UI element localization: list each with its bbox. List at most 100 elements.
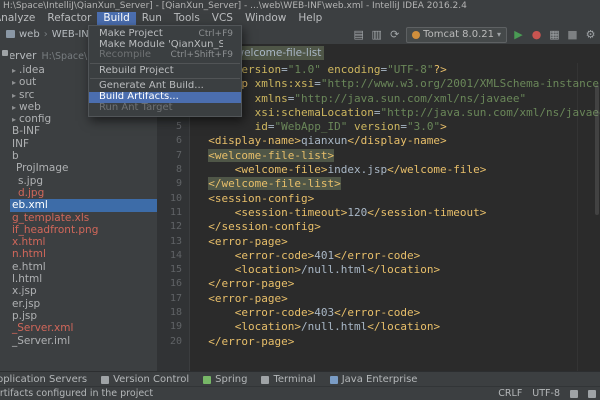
line-number[interactable]: 16 — [157, 277, 189, 291]
code-line[interactable]: 20 </error-page> — [157, 335, 600, 349]
run-configuration-select[interactable]: Tomcat 8.0.21 ▾ — [406, 27, 507, 43]
menu-refactor[interactable]: Refactor — [41, 12, 97, 25]
project-tool-icon[interactable] — [2, 50, 8, 56]
code-line[interactable]: 9 </welcome-file-list> — [157, 177, 600, 191]
line-number[interactable]: 10 — [157, 192, 189, 206]
line-number[interactable]: 18 — [157, 306, 189, 320]
sync-icon[interactable]: ⟳ — [388, 25, 401, 44]
code-line[interactable]: 10 <session-config> — [157, 192, 600, 206]
project-tree-item[interactable]: eb.xml — [10, 199, 157, 211]
project-tree-item[interactable]: x.html — [10, 236, 157, 248]
project-tree-item[interactable]: if_headfront.png — [10, 224, 157, 236]
debug-icon[interactable]: ● — [530, 25, 543, 44]
line-number[interactable]: 13 — [157, 235, 189, 249]
menu-item-build-artifacts[interactable]: Build Artifacts... — [89, 92, 241, 103]
line-number[interactable]: 8 — [157, 163, 189, 177]
code-line[interactable]: 6 <display-name>qianxun</display-name> — [157, 134, 600, 148]
code-line[interactable]: 5 id="WebApp_ID" version="3.0"> — [157, 120, 600, 134]
project-tree-item[interactable]: _Server.xml — [10, 322, 157, 334]
line-ending-indicator[interactable]: CRLF — [498, 387, 522, 400]
spring-button[interactable]: Spring — [203, 374, 247, 385]
menu-run[interactable]: Run — [136, 12, 168, 25]
project-tree-item[interactable]: s.jpg — [10, 175, 157, 187]
line-number[interactable]: 5 — [157, 120, 189, 134]
code-token: /null.html — [301, 320, 367, 333]
code-line[interactable]: 16 </error-page> — [157, 277, 600, 291]
project-tree-item[interactable]: INF — [10, 138, 157, 150]
code-line[interactable]: 8 <welcome-file>index.jsp</welcome-file> — [157, 163, 600, 177]
code-token: 403 — [314, 306, 334, 319]
project-tree-item[interactable]: B-INF — [10, 125, 157, 137]
settings-icon[interactable]: ⚙ — [584, 25, 597, 44]
menu-tools[interactable]: Tools — [168, 12, 206, 25]
line-number[interactable]: 11 — [157, 206, 189, 220]
project-tree-item[interactable]: e.html — [10, 261, 157, 273]
code-token: = — [400, 120, 407, 133]
project-tree-item[interactable]: p.jsp — [10, 310, 157, 322]
project-tree-item[interactable]: d.jpg — [10, 187, 157, 199]
code-line[interactable]: 15 <location>/null.html</location> — [157, 263, 600, 277]
line-number[interactable]: 6 — [157, 134, 189, 148]
project-tree-item[interactable]: n.html — [10, 248, 157, 260]
code-line[interactable]: 12 </session-config> — [157, 220, 600, 234]
line-number[interactable]: 7 — [157, 149, 189, 163]
line-number[interactable]: 15 — [157, 263, 189, 277]
code-line[interactable]: 19 <location>/null.html</location> — [157, 320, 600, 334]
run-icon[interactable]: ▶ — [512, 25, 525, 44]
menu-analyze[interactable]: Analyze — [0, 12, 41, 25]
menu-help[interactable]: Help — [292, 12, 328, 25]
line-number[interactable]: 17 — [157, 292, 189, 306]
application-servers-button[interactable]: Application Servers — [0, 374, 87, 385]
code-line[interactable]: 13 <error-page> — [157, 235, 600, 249]
code-line[interactable]: 14 <error-code>401</error-code> — [157, 249, 600, 263]
open-icon[interactable]: ▤ — [352, 25, 365, 44]
java-enterprise-button[interactable]: Java Enterprise — [330, 374, 418, 385]
menu-item-shortcut: Ctrl+F9 — [189, 29, 233, 40]
version-control-button[interactable]: Version Control — [101, 374, 189, 385]
project-tree-item[interactable]: g_template.xls — [10, 212, 157, 224]
line-number[interactable]: 9 — [157, 177, 189, 191]
menu-item-run-ant-target[interactable]: Run Ant Target — [89, 103, 241, 114]
project-tree-item-label: x.jsp — [12, 285, 37, 297]
coverage-icon[interactable]: ▦ — [548, 25, 561, 44]
ide-window: H:\Space\IntelliJ\QianXun_Server] - [Qia… — [0, 0, 600, 400]
project-tree-item[interactable]: b — [10, 150, 157, 162]
editor-scrollbar[interactable] — [595, 85, 599, 215]
nav-crumb-web[interactable]: web — [19, 29, 40, 40]
code-text: <location>/null.html</location> — [189, 263, 440, 277]
code-token: "1.0" — [288, 63, 321, 76]
code-line[interactable]: 18 <error-code>403</error-code> — [157, 306, 600, 320]
tool-window-label: Spring — [215, 374, 247, 385]
project-tree-item[interactable]: l.html — [10, 273, 157, 285]
code-line[interactable]: 17 <error-page> — [157, 292, 600, 306]
menu-vcs[interactable]: VCS — [206, 12, 239, 25]
menu-item-generate-ant-build[interactable]: Generate Ant Build... — [89, 81, 241, 92]
project-tree-item[interactable]: x.jsp — [10, 285, 157, 297]
menu-item-make-project[interactable]: Make ProjectCtrl+F9 — [89, 29, 241, 40]
line-number[interactable]: 20 — [157, 335, 189, 349]
line-number[interactable]: 14 — [157, 249, 189, 263]
code-text: id="WebApp_ID" version="3.0"> — [189, 120, 447, 134]
line-number[interactable]: 12 — [157, 220, 189, 234]
code-line[interactable]: 7 <welcome-file-list> — [157, 149, 600, 163]
project-tree-item[interactable]: ProjImage — [10, 162, 157, 174]
code-line[interactable]: 11 <session-timeout>120</session-timeout… — [157, 206, 600, 220]
breadcrumb-welcome-file-list[interactable]: welcome-file-list — [232, 46, 324, 60]
menu-build[interactable]: Build — [97, 12, 135, 25]
lock-icon[interactable] — [570, 390, 578, 398]
menu-window[interactable]: Window — [239, 12, 292, 25]
stop-icon[interactable]: ■ — [566, 25, 579, 44]
code-token: <error-page> — [208, 235, 287, 248]
line-number[interactable]: 19 — [157, 320, 189, 334]
code-token: /null.html — [301, 263, 367, 276]
menu-item-make-module-qianxun-server[interactable]: Make Module 'QianXun_Server' — [89, 40, 241, 51]
project-tree-item[interactable]: _Server.iml — [10, 335, 157, 347]
project-tree-item[interactable]: er.jsp — [10, 298, 157, 310]
menu-item-recompile[interactable]: RecompileCtrl+Shift+F9 — [89, 50, 241, 61]
menu-item-rebuild-project[interactable]: Rebuild Project — [89, 66, 241, 77]
terminal-button[interactable]: Terminal — [261, 374, 315, 385]
inspection-profile-icon[interactable] — [588, 390, 596, 398]
encoding-indicator[interactable]: UTF-8 — [532, 387, 560, 400]
chevron-expand-icon: ▸ — [12, 115, 16, 124]
save-all-icon[interactable]: ▥ — [370, 25, 383, 44]
